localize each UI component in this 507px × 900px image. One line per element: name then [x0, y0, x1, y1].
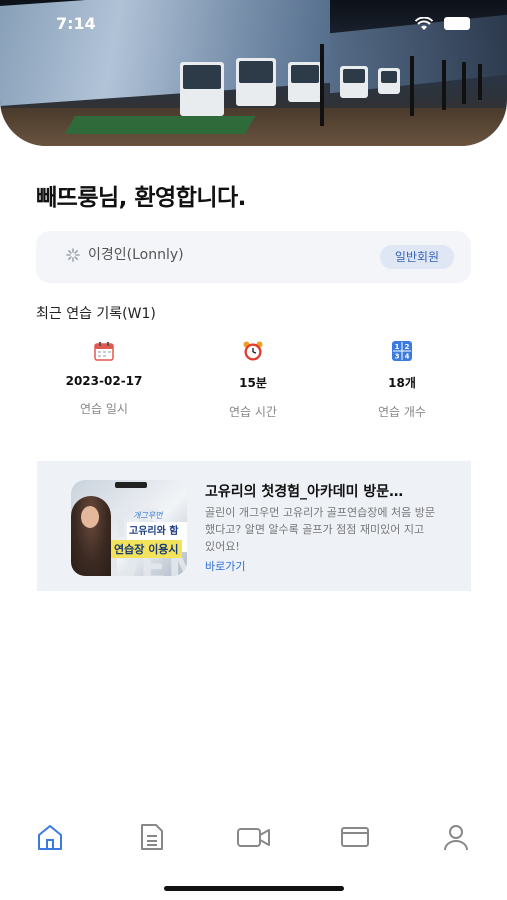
wifi-icon [415, 17, 433, 30]
profile-name: 이경인(Lonnly) [88, 247, 184, 263]
stat-value: 18개 [388, 376, 416, 390]
stat-label: 연습 시간 [229, 405, 277, 419]
home-icon[interactable] [35, 822, 65, 852]
article-description: 골린이 개그우먼 고유리가 골프연습장에 처음 방문했다고? 알면 알수록 골프… [205, 506, 436, 553]
article-card[interactable]: GTSADEM 개그우먼 고유리와 함께 연습장 이용시 고유리의 첫경험_아카… [37, 461, 471, 591]
calendar-icon [94, 342, 114, 361]
spinner-icon [66, 248, 80, 262]
user-icon[interactable] [441, 822, 471, 852]
practice-stats: 2023-02-17 연습 일시 15분 연습 시간 1 2 3 4 18개 연… [36, 340, 471, 420]
recent-practice-title: 최근 연습 기록(W1) [36, 306, 156, 322]
article-thumbnail: GTSADEM 개그우먼 고유리와 함께 연습장 이용시 [71, 480, 187, 576]
stat-label: 연습 일시 [80, 402, 128, 416]
thumbnail-caption-1: 개그우먼 [133, 511, 163, 520]
stat-practice-time: 15분 연습 시간 [183, 340, 323, 420]
battery-icon [444, 17, 470, 30]
stat-label: 연습 개수 [378, 405, 426, 419]
home-indicator[interactable] [164, 886, 344, 891]
video-camera-icon[interactable] [237, 822, 271, 852]
bottom-tab-bar [0, 818, 507, 858]
svg-text:4: 4 [405, 353, 410, 361]
alarm-clock-icon [243, 341, 263, 361]
stat-value: 2023-02-17 [65, 374, 143, 388]
status-bar: 7:14 [0, 14, 507, 36]
thumbnail-caption-3: 연습장 이용시 [111, 540, 182, 558]
profile-card[interactable]: 이경인(Lonnly) 일반회원 [36, 231, 471, 283]
card-icon[interactable] [340, 822, 370, 852]
article-link[interactable]: 바로가기 [205, 558, 245, 574]
svg-text:3: 3 [395, 353, 400, 361]
svg-text:1: 1 [395, 343, 400, 351]
stat-practice-date: 2023-02-17 연습 일시 [34, 340, 174, 417]
numbers-icon: 1 2 3 4 [392, 341, 412, 361]
svg-text:2: 2 [405, 343, 410, 351]
stat-practice-count: 1 2 3 4 18개 연습 개수 [332, 340, 472, 420]
greeting-title: 빼뜨룽님, 환영합니다. [36, 185, 246, 211]
membership-badge: 일반회원 [380, 245, 454, 269]
document-icon[interactable] [137, 822, 167, 852]
article-title: 고유리의 첫경험_아카데미 방문… [205, 484, 404, 500]
status-time: 7:14 [56, 14, 96, 33]
stat-value: 15분 [239, 376, 267, 390]
